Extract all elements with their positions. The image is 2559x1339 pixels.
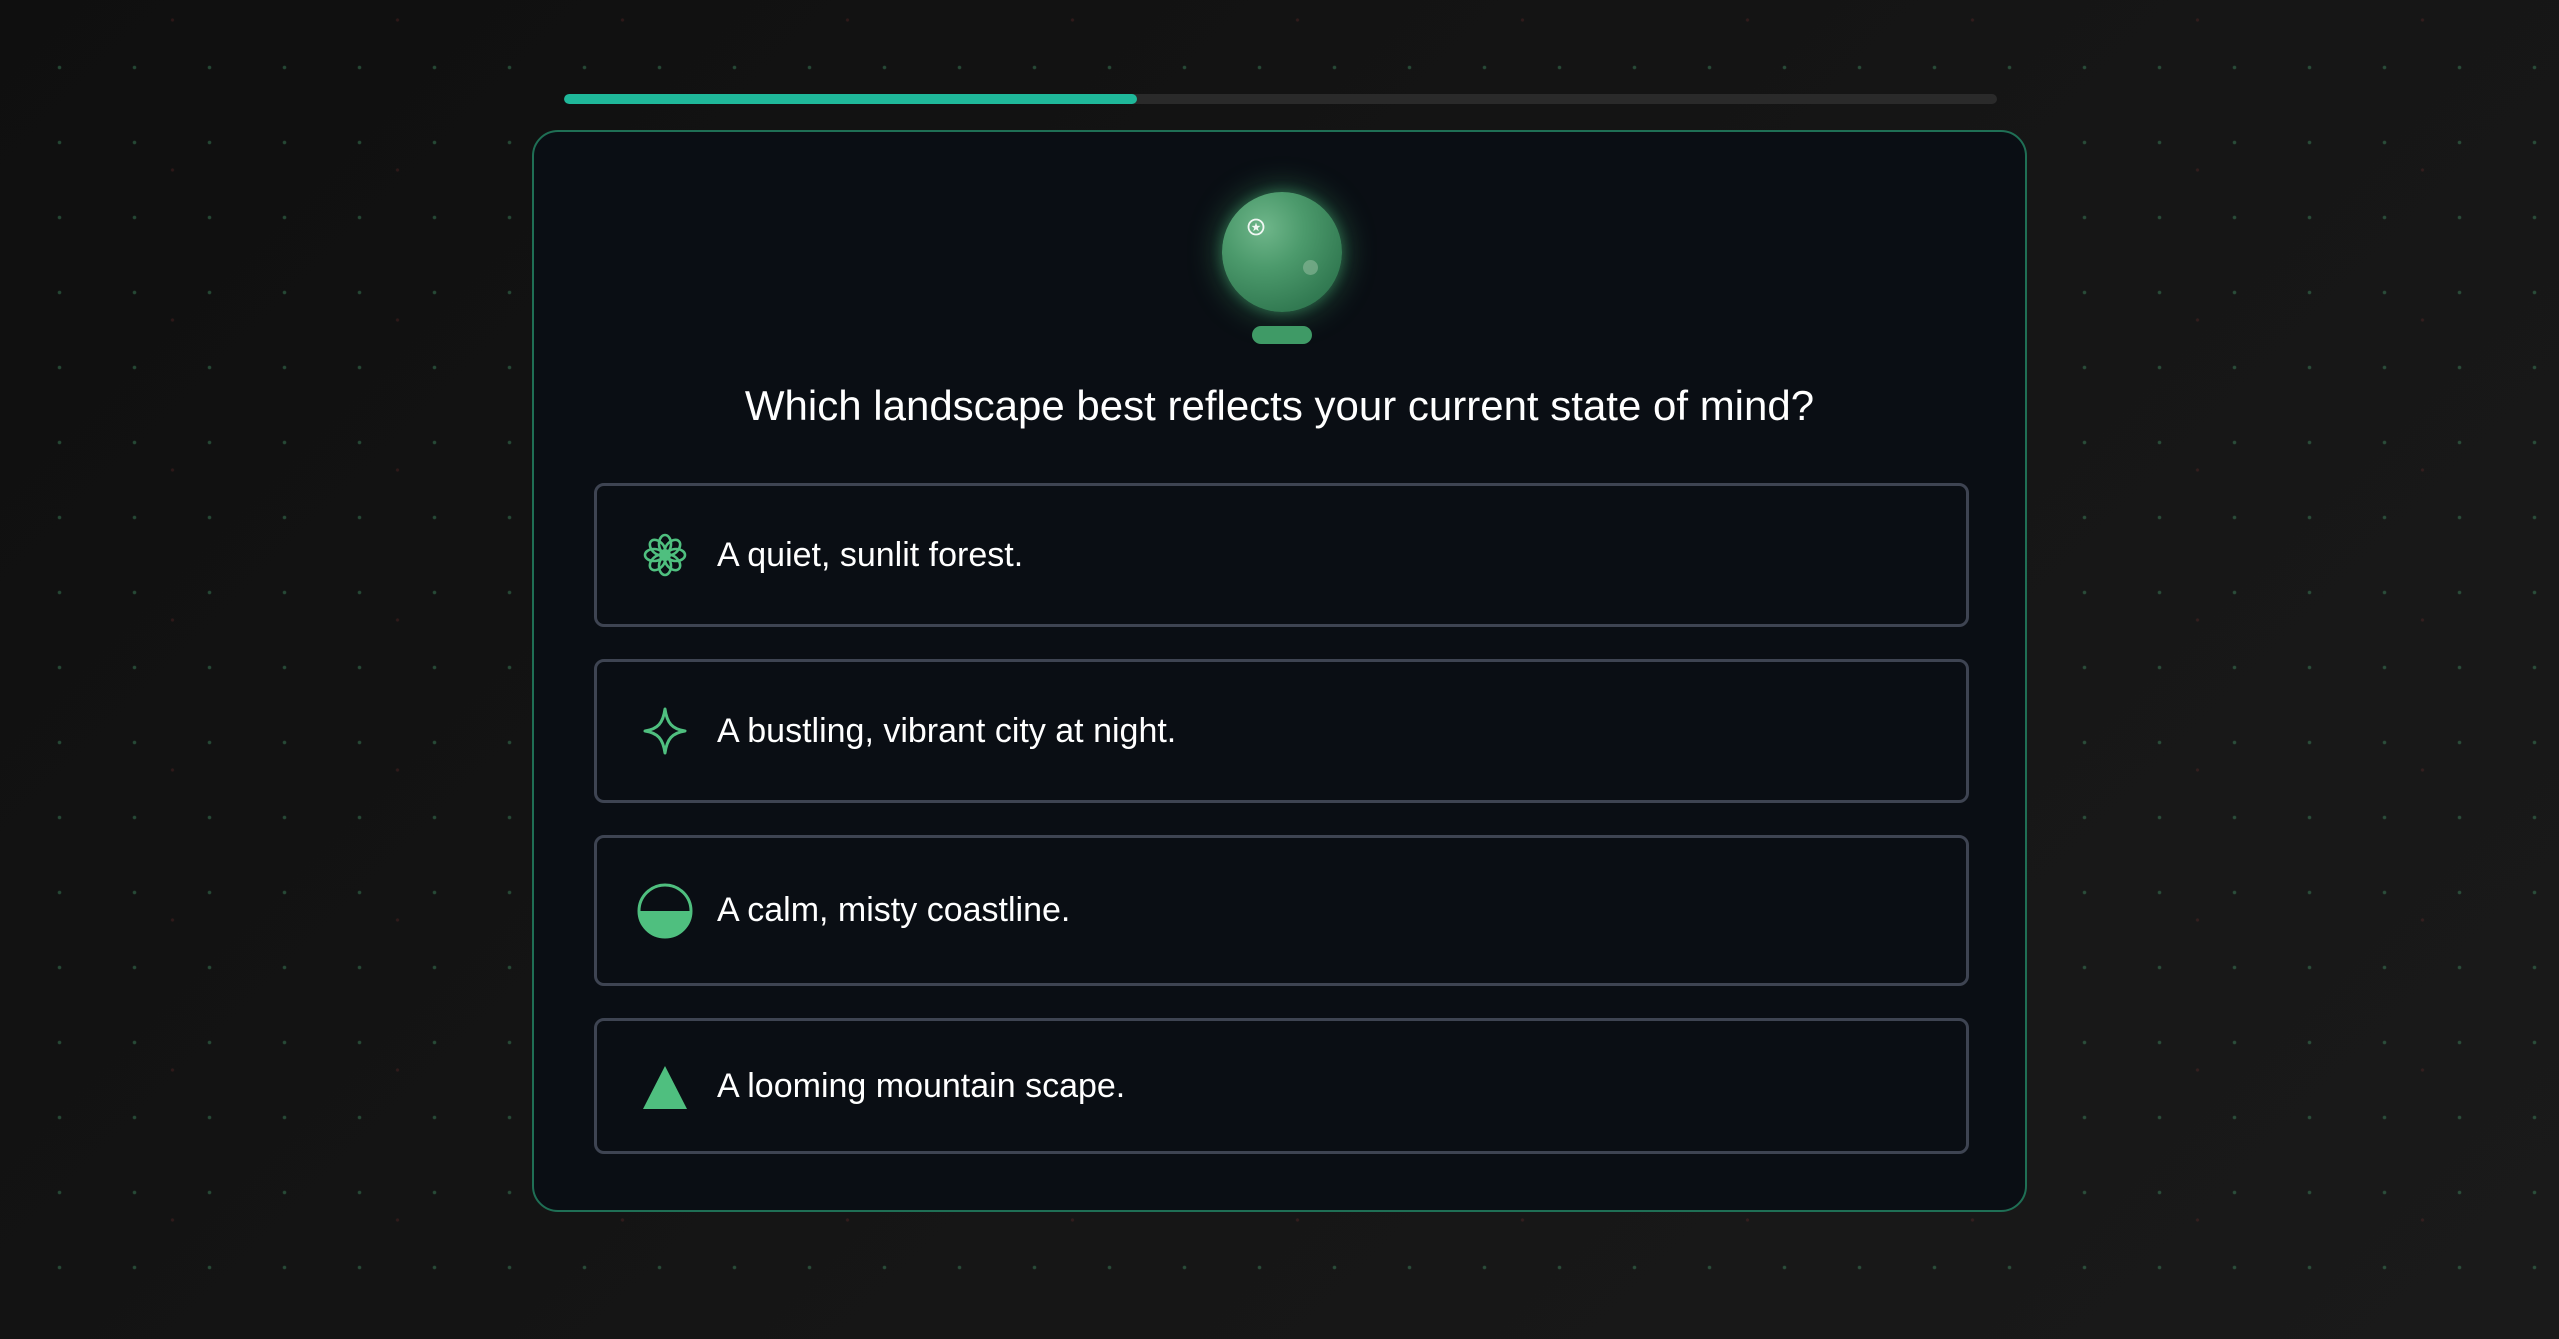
question-card: Which landscape best reflects your curre… <box>532 130 2027 1212</box>
sparkle-icon <box>1247 218 1265 236</box>
answer-option-label: A bustling, vibrant city at night. <box>717 712 1177 750</box>
answer-option-label: A quiet, sunlit forest. <box>717 536 1024 574</box>
progress-bar-fill <box>564 94 1138 104</box>
triangle-icon <box>643 1066 687 1109</box>
answer-option-mountain[interactable]: A looming mountain scape. <box>594 1018 1969 1154</box>
answer-option-forest[interactable]: A quiet, sunlit forest. <box>594 483 1969 627</box>
flower-icon <box>643 533 687 577</box>
progress-bar <box>564 94 1997 104</box>
answer-option-coastline[interactable]: A calm, misty coastline. <box>594 835 1969 986</box>
answer-option-label: A calm, misty coastline. <box>717 891 1071 929</box>
orb-highlight <box>1303 260 1318 275</box>
crystal-ball-stand <box>1252 326 1312 344</box>
sparkle-icon <box>643 707 687 755</box>
question-text: Which landscape best reflects your curre… <box>744 382 1815 429</box>
answer-option-city[interactable]: A bustling, vibrant city at night. <box>594 659 1969 803</box>
crystal-ball-icon <box>1222 192 1342 312</box>
half-circle-icon <box>637 883 693 939</box>
answer-option-label: A looming mountain scape. <box>717 1067 1126 1105</box>
